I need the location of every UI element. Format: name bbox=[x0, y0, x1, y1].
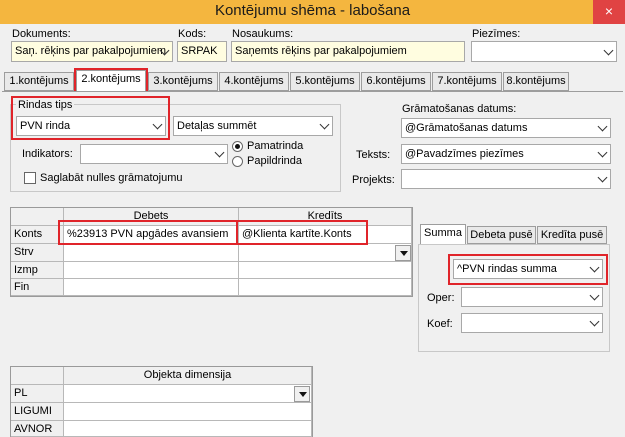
konts-debets-cell[interactable]: %23913 PVN apgādes avansiem bbox=[64, 226, 239, 244]
papildrinda-label: Papildrinda bbox=[247, 155, 303, 167]
chevron-down-icon bbox=[597, 147, 608, 158]
kods-field[interactable]: SRPAK bbox=[177, 41, 227, 62]
strv-kredits-dropdown-button[interactable] bbox=[395, 245, 411, 261]
nosaukums-label: Nosaukums: bbox=[232, 28, 294, 40]
row-label-fin: Fin bbox=[11, 279, 64, 296]
papildrinda-radio[interactable] bbox=[232, 156, 243, 167]
chevron-down-icon bbox=[152, 119, 163, 130]
piezimes-label: Piezīmes: bbox=[472, 28, 521, 40]
izmp-debets-cell[interactable] bbox=[64, 262, 239, 279]
gramatosanas-select[interactable]: @Grāmatošanas datums bbox=[401, 118, 611, 138]
tab-3-kontejums[interactable]: 3.kontējums bbox=[148, 72, 218, 91]
fin-kredits-cell[interactable] bbox=[239, 279, 412, 296]
kods-label: Kods: bbox=[178, 28, 207, 40]
fin-debets-cell[interactable] bbox=[64, 279, 239, 296]
nosaukums-field[interactable]: Saņemts rēķins par pakalpojumiem bbox=[231, 41, 465, 62]
title-bar: Kontējumu shēma - labošana × bbox=[0, 0, 625, 24]
column-header-kredits: Kredīts bbox=[239, 208, 412, 226]
koef-select[interactable] bbox=[461, 313, 603, 333]
dokuments-value: Saņ. rēķins par pakalpojumiem bbox=[15, 45, 167, 57]
avnor-dimension-cell[interactable] bbox=[64, 421, 312, 437]
chevron-down-icon bbox=[589, 290, 600, 301]
tab-5-kontejums[interactable]: 5.kontējums bbox=[290, 72, 360, 91]
gramatosanas-value: @Grāmatošanas datums bbox=[405, 122, 528, 134]
chevron-down-icon bbox=[319, 119, 330, 130]
tab-4-kontejums[interactable]: 4.kontējums bbox=[219, 72, 289, 91]
grid-corner bbox=[11, 208, 64, 226]
tab-debeta-puse[interactable]: Debeta pusē bbox=[467, 226, 536, 244]
close-window-button[interactable]: × bbox=[593, 0, 625, 24]
gramatosanas-label: Grāmatošanas datums: bbox=[402, 103, 517, 115]
saglabat-nulles-label: Saglabāt nulles grāmatojumu bbox=[40, 172, 183, 184]
chevron-down-icon bbox=[589, 316, 600, 327]
konts-kredits-cell[interactable]: @Klienta kartīte.Konts bbox=[239, 226, 412, 244]
pl-dimension-cell[interactable] bbox=[64, 385, 312, 403]
detalas-select[interactable]: Detaļas summēt bbox=[173, 116, 333, 136]
window-title: Kontējumu shēma - labošana bbox=[214, 2, 411, 19]
tab-summa[interactable]: Summa bbox=[420, 224, 466, 245]
projekts-label: Projekts: bbox=[352, 174, 395, 186]
indikators-select[interactable] bbox=[80, 144, 228, 164]
pl-dropdown-button[interactable] bbox=[294, 386, 310, 402]
pamatrinda-label: Pamatrinda bbox=[247, 140, 304, 152]
chevron-down-icon bbox=[597, 121, 608, 132]
ligumi-dimension-cell[interactable] bbox=[64, 403, 312, 421]
pamatrinda-radio[interactable] bbox=[232, 141, 243, 152]
rindas-tips-label: Rindas tips bbox=[16, 99, 75, 111]
summa-select[interactable]: ^PVN rindas summa bbox=[453, 259, 603, 279]
row-label-pl: PL bbox=[11, 385, 64, 403]
tab-1-kontejums[interactable]: 1.kontējums bbox=[4, 72, 74, 91]
oper-select[interactable] bbox=[461, 287, 603, 307]
tab-7-kontejums[interactable]: 7.kontējums bbox=[432, 72, 502, 91]
tab-8-kontejums[interactable]: 8.kontējums bbox=[503, 72, 569, 91]
chevron-down-icon bbox=[597, 172, 608, 183]
tab-6-kontejums[interactable]: 6.kontējums bbox=[361, 72, 431, 91]
dokuments-select[interactable]: Saņ. rēķins par pakalpojumiem bbox=[11, 41, 173, 62]
tab-2-kontejums[interactable]: 2.kontējums bbox=[76, 70, 146, 92]
chevron-down-icon bbox=[214, 147, 225, 158]
dimension-grid-corner bbox=[11, 367, 64, 385]
row-label-izmp: Izmp bbox=[11, 262, 64, 279]
rindas-tips-select[interactable]: PVN rinda bbox=[16, 116, 166, 136]
row-label-strv: Strv bbox=[11, 244, 64, 262]
rindas-tips-value: PVN rinda bbox=[20, 120, 71, 132]
koef-label: Koef: bbox=[427, 318, 453, 330]
strv-debets-cell[interactable] bbox=[64, 244, 239, 262]
row-label-avnor: AVNOR bbox=[11, 421, 64, 437]
projekts-select[interactable] bbox=[401, 169, 611, 189]
teksts-value: @Pavadzīmes piezīmes bbox=[405, 148, 524, 160]
chevron-down-icon bbox=[589, 262, 600, 273]
indikators-label: Indikators: bbox=[22, 148, 73, 160]
strv-kredits-cell[interactable] bbox=[239, 244, 412, 262]
oper-label: Oper: bbox=[427, 292, 455, 304]
teksts-select[interactable]: @Pavadzīmes piezīmes bbox=[401, 144, 611, 164]
piezimes-select[interactable] bbox=[471, 41, 617, 62]
tab-kredita-puse[interactable]: Kredīta pusē bbox=[537, 226, 607, 244]
saglabat-nulles-checkbox[interactable] bbox=[24, 172, 36, 184]
row-label-konts: Konts bbox=[11, 226, 64, 244]
teksts-label: Teksts: bbox=[356, 149, 391, 161]
izmp-kredits-cell[interactable] bbox=[239, 262, 412, 279]
dokuments-label: Dokuments: bbox=[12, 28, 71, 40]
detalas-value: Detaļas summēt bbox=[177, 120, 257, 132]
row-label-ligumi: LIGUMI bbox=[11, 403, 64, 421]
chevron-down-icon bbox=[603, 45, 614, 55]
column-header-debets: Debets bbox=[64, 208, 239, 226]
column-header-objekta-dimensija: Objekta dimensija bbox=[64, 367, 312, 385]
summa-value: ^PVN rindas summa bbox=[457, 263, 557, 275]
